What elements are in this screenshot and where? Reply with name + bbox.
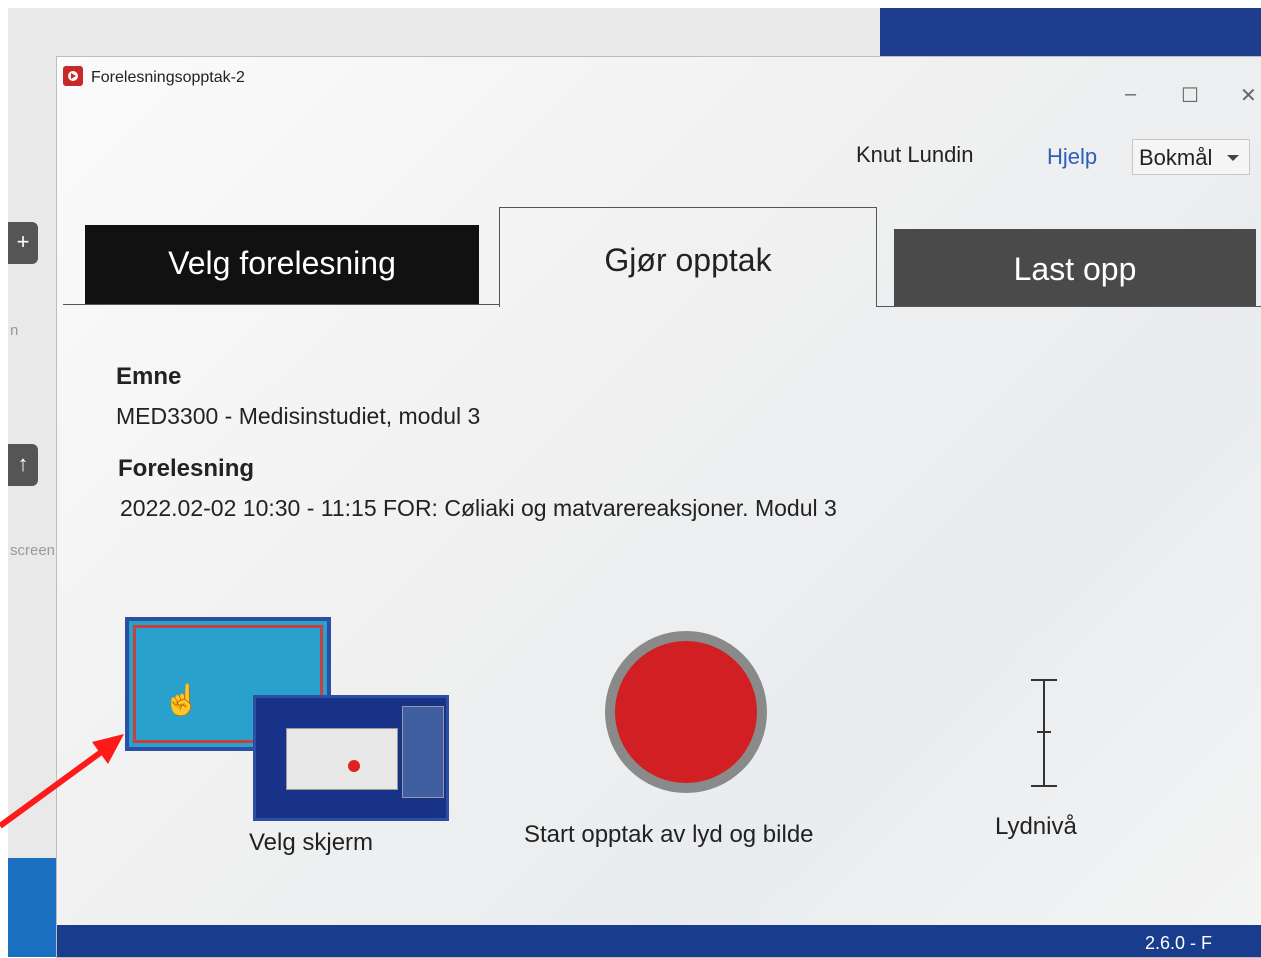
screen-preview-secondary xyxy=(253,695,449,821)
side-panel-label: screen xyxy=(10,542,56,559)
preview-window xyxy=(402,706,444,798)
preview-record-dot xyxy=(348,760,360,772)
tab-choose-lecture[interactable]: Velg forelesning xyxy=(85,225,479,305)
side-panel-button[interactable]: + xyxy=(8,222,38,264)
tab-record[interactable]: Gjør opptak xyxy=(499,207,877,307)
app-record-icon xyxy=(63,66,83,86)
user-name: Knut Lundin xyxy=(856,142,974,167)
tab-divider xyxy=(876,306,1261,307)
course-label: Emne xyxy=(116,363,182,390)
record-icon xyxy=(615,641,757,783)
footer-bar xyxy=(57,925,1261,957)
preview-window xyxy=(286,728,398,790)
tab-divider xyxy=(63,304,500,305)
start-recording-button[interactable] xyxy=(605,631,767,793)
help-link[interactable]: Hjelp xyxy=(1047,144,1097,170)
tab-upload[interactable]: Last opp xyxy=(894,229,1256,307)
meter-tick xyxy=(1031,679,1057,681)
language-select[interactable]: Bokmål xyxy=(1132,139,1250,175)
language-selected-value: Bokmål xyxy=(1139,145,1213,170)
chevron-down-icon xyxy=(1227,155,1239,161)
title-bar: Forelesningsopptak-2 – ☐ ✕ xyxy=(57,57,1261,107)
version-label: 2.6.0 - F xyxy=(1145,933,1213,953)
meter-tick xyxy=(1037,731,1051,733)
hand-cursor-icon: ☝ xyxy=(163,684,201,717)
app-window: Forelesningsopptak-2 – ☐ ✕ Knut Lundin H… xyxy=(56,56,1261,958)
meter-tick xyxy=(1031,785,1057,787)
course-value: MED3300 - Medisinstudiet, modul 3 xyxy=(116,403,481,429)
lecture-value: 2022.02-02 10:30 - 11:15 FOR: Cøliaki og… xyxy=(120,495,837,521)
choose-screen-button[interactable]: ☝ xyxy=(125,617,455,827)
sound-level-meter xyxy=(1029,679,1059,789)
lecture-label: Forelesning xyxy=(118,455,255,482)
side-panel-label: n xyxy=(10,322,19,339)
share-upload-icon[interactable]: ↑ xyxy=(8,444,38,486)
annotation-arrow xyxy=(0,734,124,829)
choose-screen-label: Velg skjerm xyxy=(249,829,374,856)
sound-level-label: Lydnivå xyxy=(995,813,1077,840)
close-button[interactable]: ✕ xyxy=(1240,83,1257,108)
window-title: Forelesningsopptak-2 xyxy=(91,69,245,86)
meter-axis xyxy=(1043,679,1045,787)
maximize-button[interactable]: ☐ xyxy=(1181,83,1199,108)
minimize-button[interactable]: – xyxy=(1125,83,1136,106)
start-recording-label: Start opptak av lyd og bilde xyxy=(524,821,814,848)
